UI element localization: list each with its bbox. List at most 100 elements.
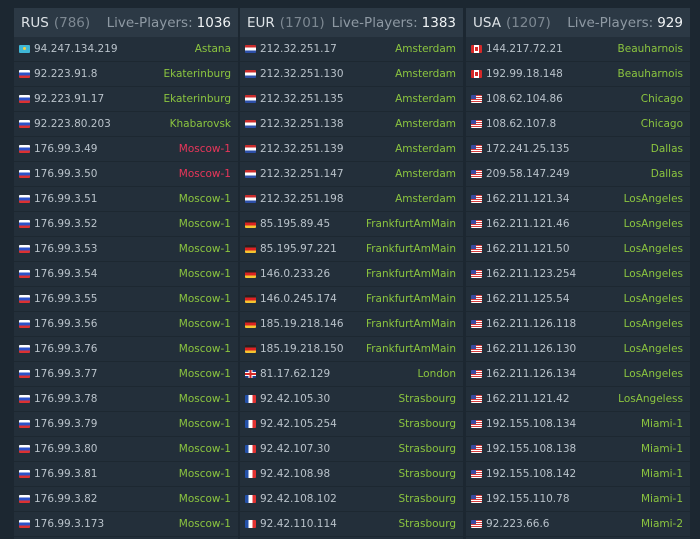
server-city: Beauharnois	[617, 68, 683, 80]
server-row[interactable]: 94.247.134.219 Astana	[14, 37, 238, 62]
server-city: LosAngeles	[623, 318, 683, 330]
server-city: Moscow-1	[178, 218, 231, 230]
server-city: Moscow-1	[178, 518, 231, 530]
server-ip: 162.211.125.54	[486, 293, 570, 305]
germany-flag-icon	[245, 270, 256, 278]
server-row[interactable]: 146.0.233.26 FrankfurtAmMain	[240, 262, 463, 287]
server-row[interactable]: 192.155.108.138 Miami-1	[466, 437, 690, 462]
server-row[interactable]: 176.99.3.80 Moscow-1	[14, 437, 238, 462]
server-row[interactable]: 81.17.62.129 London	[240, 362, 463, 387]
russia-flag-icon	[19, 470, 30, 478]
server-row[interactable]: 176.99.3.79 Moscow-1	[14, 412, 238, 437]
server-ip: 92.42.105.254	[260, 418, 337, 430]
server-row[interactable]: 212.32.251.198 Amsterdam	[240, 187, 463, 212]
server-row[interactable]: 185.19.218.150 FrankfurtAmMain	[240, 337, 463, 362]
server-row[interactable]: 176.99.3.49 Moscow-1	[14, 137, 238, 162]
server-row[interactable]: 92.42.105.254 Strasbourg	[240, 412, 463, 437]
server-ip: 172.241.25.135	[486, 143, 570, 155]
server-city: Ekaterinburg	[163, 68, 231, 80]
server-row[interactable]: 92.42.110.114 Strasbourg	[240, 512, 463, 537]
server-ip: 108.62.104.86	[486, 93, 563, 105]
server-row[interactable]: 85.195.89.45 FrankfurtAmMain	[240, 212, 463, 237]
server-row[interactable]: 92.42.108.102 Strasbourg	[240, 487, 463, 512]
server-ip: 94.247.134.219	[34, 43, 118, 55]
russia-flag-icon	[19, 295, 30, 303]
server-ip: 212.32.251.17	[260, 43, 337, 55]
usa-flag-icon	[471, 495, 482, 503]
server-row[interactable]: 92.42.105.30 Strasbourg	[240, 387, 463, 412]
usa-flag-icon	[471, 245, 482, 253]
server-row[interactable]: 176.99.3.82 Moscow-1	[14, 487, 238, 512]
server-row[interactable]: 212.32.251.138 Amsterdam	[240, 112, 463, 137]
server-row[interactable]: 176.99.3.54 Moscow-1	[14, 262, 238, 287]
server-row[interactable]: 176.99.3.51 Moscow-1	[14, 187, 238, 212]
server-row[interactable]: 146.0.245.174 FrankfurtAmMain	[240, 287, 463, 312]
server-row[interactable]: 212.32.251.139 Amsterdam	[240, 137, 463, 162]
server-row[interactable]: 192.155.108.142 Miami-1	[466, 462, 690, 487]
server-row[interactable]: 162.211.126.130 LosAngeles	[466, 337, 690, 362]
server-row[interactable]: 92.223.91.17 Ekaterinburg	[14, 87, 238, 112]
server-row[interactable]: 176.99.3.81 Moscow-1	[14, 462, 238, 487]
server-row[interactable]: 144.217.72.21 Beauharnois	[466, 37, 690, 62]
server-row[interactable]: 92.223.66.6 Miami-2	[466, 512, 690, 537]
server-row[interactable]: 85.195.97.221 FrankfurtAmMain	[240, 237, 463, 262]
netherlands-flag-icon	[245, 170, 256, 178]
server-city: LosAngeles	[623, 293, 683, 305]
server-ip: 212.32.251.135	[260, 93, 344, 105]
server-ip: 176.99.3.81	[34, 468, 98, 480]
server-row[interactable]: 176.99.3.50 Moscow-1	[14, 162, 238, 187]
server-ip: 192.99.18.148	[486, 68, 563, 80]
server-row[interactable]: 192.155.108.134 Miami-1	[466, 412, 690, 437]
server-row[interactable]: 212.32.251.17 Amsterdam	[240, 37, 463, 62]
russia-flag-icon	[19, 370, 30, 378]
server-row[interactable]: 162.211.126.118 LosAngeles	[466, 312, 690, 337]
server-row[interactable]: 176.99.3.56 Moscow-1	[14, 312, 238, 337]
server-row[interactable]: 92.42.107.30 Strasbourg	[240, 437, 463, 462]
server-row[interactable]: 162.211.126.134 LosAngeles	[466, 362, 690, 387]
server-row[interactable]: 185.19.218.146 FrankfurtAmMain	[240, 312, 463, 337]
germany-flag-icon	[245, 295, 256, 303]
russia-flag-icon	[19, 195, 30, 203]
server-row[interactable]: 176.99.3.52 Moscow-1	[14, 212, 238, 237]
server-city: LosAngeles	[623, 368, 683, 380]
server-row[interactable]: 209.58.147.249 Dallas	[466, 162, 690, 187]
server-city: FrankfurtAmMain	[365, 343, 456, 355]
server-row[interactable]: 92.42.108.98 Strasbourg	[240, 462, 463, 487]
server-row[interactable]: 162.211.123.254 LosAngeles	[466, 262, 690, 287]
live-players-label: Live-Players:	[106, 14, 193, 31]
server-row[interactable]: 192.99.18.148 Beauharnois	[466, 62, 690, 87]
server-row[interactable]: 162.211.121.42 LosAngeless	[466, 387, 690, 412]
server-row[interactable]: 162.211.125.54 LosAngeles	[466, 287, 690, 312]
server-row[interactable]: 92.223.91.8 Ekaterinburg	[14, 62, 238, 87]
server-row[interactable]: 176.99.3.76 Moscow-1	[14, 337, 238, 362]
server-row[interactable]: 108.62.107.8 Chicago	[466, 112, 690, 137]
server-city: LosAngeles	[623, 193, 683, 205]
server-row[interactable]: 172.241.25.135 Dallas	[466, 137, 690, 162]
server-ip: 176.99.3.76	[34, 343, 98, 355]
server-row[interactable]: 212.32.251.135 Amsterdam	[240, 87, 463, 112]
server-row[interactable]: 212.32.251.130 Amsterdam	[240, 62, 463, 87]
region-panel-eur: EUR (1701) Live-Players: 1383 212.32.251.17 A…	[240, 8, 463, 539]
server-city: Dallas	[650, 168, 683, 180]
server-row[interactable]: 162.211.121.50 LosAngeles	[466, 237, 690, 262]
server-row[interactable]: 192.155.110.78 Miami-1	[466, 487, 690, 512]
usa-flag-icon	[471, 95, 482, 103]
server-row[interactable]: 92.223.80.203 Khabarovsk	[14, 112, 238, 137]
netherlands-flag-icon	[245, 145, 256, 153]
server-ip: 144.217.72.21	[486, 43, 563, 55]
server-row[interactable]: 176.99.3.173 Moscow-1	[14, 512, 238, 537]
server-city: Miami-1	[640, 468, 683, 480]
server-ip: 108.62.107.8	[486, 118, 557, 130]
server-row[interactable]: 176.99.3.78 Moscow-1	[14, 387, 238, 412]
united-kingdom-flag-icon	[245, 370, 256, 378]
server-row[interactable]: 108.62.104.86 Chicago	[466, 87, 690, 112]
server-row[interactable]: 162.211.121.46 LosAngeles	[466, 212, 690, 237]
russia-flag-icon	[19, 520, 30, 528]
live-players-count: 1383	[421, 14, 456, 31]
server-row[interactable]: 212.32.251.147 Amsterdam	[240, 162, 463, 187]
server-row[interactable]: 162.211.121.34 LosAngeles	[466, 187, 690, 212]
server-row[interactable]: 176.99.3.53 Moscow-1	[14, 237, 238, 262]
server-row[interactable]: 176.99.3.55 Moscow-1	[14, 287, 238, 312]
server-row[interactable]: 176.99.3.77 Moscow-1	[14, 362, 238, 387]
region-header: RUS (786) Live-Players: 1036	[14, 8, 238, 37]
